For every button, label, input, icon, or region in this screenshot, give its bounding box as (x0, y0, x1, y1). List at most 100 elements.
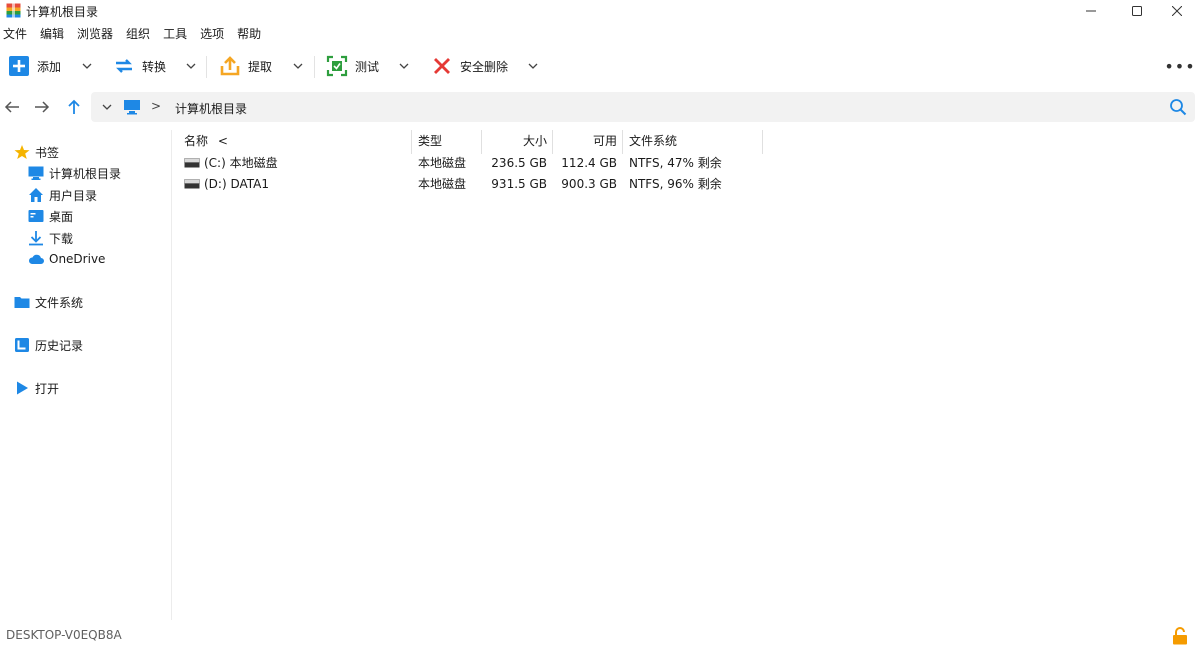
menu-tools[interactable]: 工具 (160, 24, 193, 44)
add-button[interactable]: 添加 (8, 54, 61, 78)
back-button[interactable] (2, 98, 22, 116)
menu-help[interactable]: 帮助 (234, 24, 267, 44)
up-arrow-icon (68, 99, 80, 114)
menu-bar: 文件 编辑 浏览器 组织 工具 选项 帮助 (0, 24, 271, 44)
play-icon (14, 380, 30, 396)
file-list: 名称 < 类型 大小 可用 文件系统 (C:) 本地磁盘 本地磁盘 236.5 … (176, 130, 1196, 620)
up-button[interactable] (64, 98, 84, 116)
archive-app-icon (6, 3, 21, 18)
menu-browser[interactable]: 浏览器 (74, 24, 119, 44)
navigation-bar: > 计算机根目录 (0, 92, 1200, 122)
convert-dropdown-chevron-icon[interactable] (185, 60, 197, 72)
drive-icon (184, 158, 200, 168)
convert-icon (113, 55, 135, 77)
cell-free: 900.3 GB (561, 177, 617, 191)
column-header-free[interactable]: 可用 (553, 130, 617, 152)
forward-arrow-icon (35, 101, 50, 113)
forward-button[interactable] (32, 98, 52, 116)
sidebar-item-downloads[interactable]: 下载 (28, 228, 73, 248)
cell-free: 112.4 GB (561, 156, 617, 170)
star-icon (14, 144, 30, 160)
column-divider[interactable] (762, 130, 763, 154)
desktop-icon (28, 208, 44, 224)
close-icon (1172, 6, 1182, 16)
sidebar-item-computer-root[interactable]: 计算机根目录 (28, 163, 121, 183)
cell-name: (C:) 本地磁盘 (204, 156, 278, 170)
sidebar-bookmarks-label: 书签 (35, 145, 60, 160)
menu-edit[interactable]: 编辑 (37, 24, 70, 44)
cell-name: (D:) DATA1 (204, 177, 270, 191)
column-divider[interactable] (622, 130, 623, 154)
drive-icon (184, 179, 200, 189)
maximize-icon (1132, 6, 1142, 16)
delete-x-icon (431, 55, 453, 77)
test-dropdown-chevron-icon[interactable] (398, 60, 410, 72)
cell-type: 本地磁盘 (418, 156, 467, 170)
more-options-button[interactable]: ••• (1164, 56, 1194, 76)
download-icon (28, 230, 44, 246)
sidebar-open-label: 打开 (35, 381, 60, 396)
menu-file[interactable]: 文件 (0, 24, 33, 44)
sort-indicator: < (217, 134, 228, 148)
extract-dropdown-chevron-icon[interactable] (292, 60, 304, 72)
sidebar-item-desktop[interactable]: 桌面 (28, 206, 73, 226)
cell-size: 236.5 GB (491, 156, 547, 170)
test-button[interactable]: 测试 (326, 54, 379, 78)
computer-name: DESKTOP-V0EQB8A (6, 628, 122, 642)
close-button[interactable] (1154, 0, 1200, 22)
extract-label: 提取 (248, 59, 273, 74)
sidebar: 书签 计算机根目录 用户目录 桌面 下载 OneDrive 文件系统 历史记录 … (0, 130, 172, 620)
home-icon (28, 187, 44, 203)
breadcrumb-chevron: > (151, 99, 162, 113)
menu-options[interactable]: 选项 (197, 24, 230, 44)
secure-delete-button[interactable]: 安全删除 (431, 54, 508, 78)
title-bar: 计算机根目录 (0, 0, 1200, 22)
sidebar-history-label: 历史记录 (35, 338, 84, 353)
computer-icon (28, 165, 44, 181)
extract-button[interactable]: 提取 (219, 54, 272, 78)
cloud-icon (28, 251, 44, 267)
sidebar-history[interactable]: 历史记录 (14, 335, 83, 355)
column-header-name[interactable]: 名称 < (184, 130, 228, 152)
column-divider[interactable] (411, 130, 412, 154)
sidebar-item-onedrive[interactable]: OneDrive (28, 249, 105, 269)
add-dropdown-chevron-icon[interactable] (81, 60, 93, 72)
sidebar-item-label: 下载 (49, 231, 74, 246)
column-header-name-label: 名称 (184, 134, 209, 148)
sidebar-item-user-dir[interactable]: 用户目录 (28, 185, 97, 205)
computer-icon (124, 100, 140, 115)
cell-type: 本地磁盘 (418, 177, 467, 191)
minimize-button[interactable] (1068, 0, 1114, 22)
secure-delete-label: 安全删除 (460, 59, 509, 74)
history-dropdown-chevron-icon[interactable] (101, 101, 113, 113)
window-title: 计算机根目录 (26, 5, 99, 19)
sidebar-item-label: OneDrive (49, 252, 106, 266)
add-icon (8, 55, 30, 77)
column-header-type[interactable]: 类型 (418, 130, 442, 152)
minimize-icon (1086, 10, 1096, 12)
unlock-icon[interactable] (1172, 627, 1188, 645)
convert-button[interactable]: 转换 (113, 54, 166, 78)
table-row[interactable]: (C:) 本地磁盘 本地磁盘 236.5 GB 112.4 GB NTFS, 4… (176, 153, 776, 173)
sidebar-filesystem[interactable]: 文件系统 (14, 292, 83, 312)
secure-delete-dropdown-chevron-icon[interactable] (527, 60, 539, 72)
sidebar-open[interactable]: 打开 (14, 378, 59, 398)
address-bar[interactable]: > 计算机根目录 (91, 92, 1195, 122)
toolbar-divider (314, 56, 315, 78)
table-row[interactable]: (D:) DATA1 本地磁盘 931.5 GB 900.3 GB NTFS, … (176, 174, 776, 194)
menu-organize[interactable]: 组织 (123, 24, 156, 44)
history-icon (14, 337, 30, 353)
toolbar-divider (206, 56, 207, 78)
extract-icon (219, 55, 241, 77)
back-arrow-icon (4, 101, 19, 113)
cell-filesystem: NTFS, 47% 剩余 (629, 156, 722, 170)
sidebar-bookmarks[interactable]: 书签 (14, 142, 59, 162)
column-header-filesystem[interactable]: 文件系统 (629, 130, 677, 152)
column-header-size[interactable]: 大小 (482, 130, 547, 152)
add-label: 添加 (37, 59, 62, 74)
breadcrumb-current[interactable]: 计算机根目录 (175, 100, 247, 117)
folder-icon (14, 294, 30, 310)
test-label: 测试 (355, 59, 380, 74)
sidebar-item-label: 计算机根目录 (49, 166, 122, 181)
search-icon[interactable] (1169, 98, 1187, 116)
